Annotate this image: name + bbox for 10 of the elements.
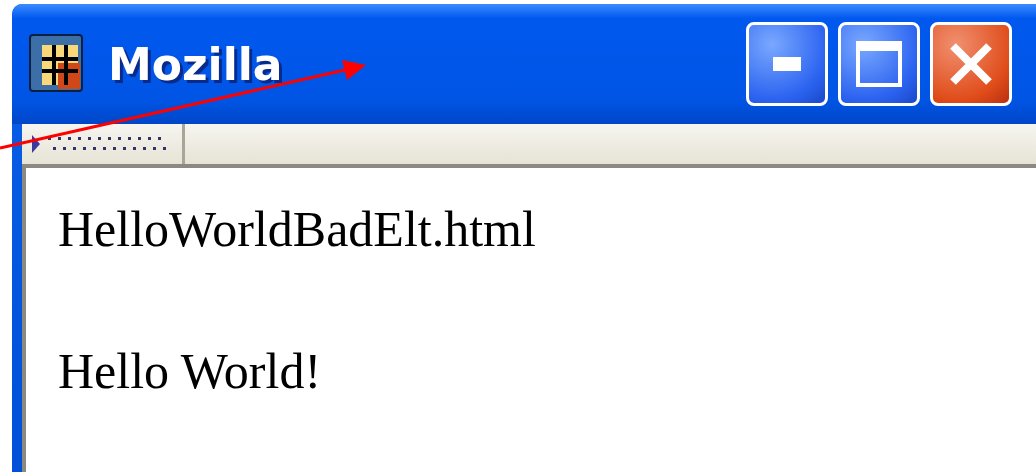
close-button[interactable] (930, 22, 1012, 106)
maximize-icon (856, 41, 902, 87)
window-title: Mozilla (108, 38, 283, 90)
app-icon (28, 33, 86, 95)
page-text: Hello World! (58, 346, 323, 396)
page-text: HelloWorldBadElt.html (58, 204, 537, 254)
minimize-icon (773, 57, 801, 71)
minimize-button[interactable] (746, 22, 828, 106)
maximize-button[interactable] (838, 22, 920, 106)
close-icon (949, 42, 993, 86)
